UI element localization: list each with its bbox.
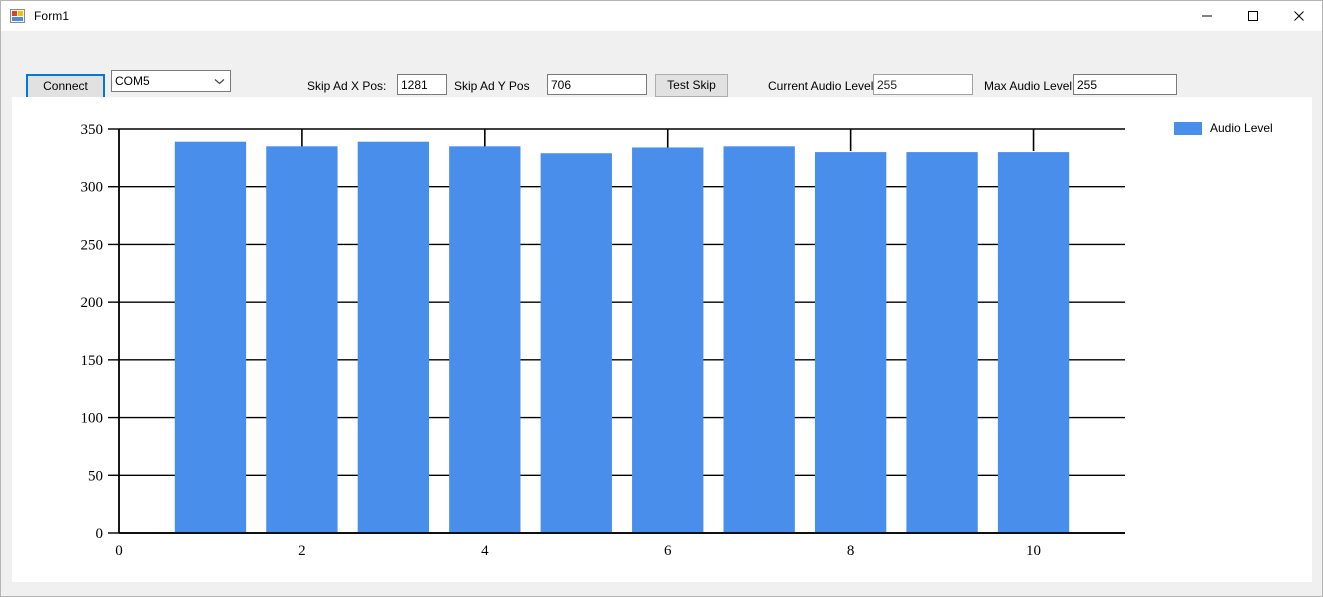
x-tick-label: 0 [115, 543, 123, 559]
audio-level-bar-chart: 0 50 100 150 200 250 300 350 0 2 4 6 8 10 [81, 122, 1125, 559]
title-bar: Form1 [1, 1, 1322, 31]
y-tick-label: 50 [88, 468, 103, 484]
chevron-down-icon [214, 72, 225, 90]
skip-ad-y-input[interactable]: 706 [547, 74, 647, 95]
bar-6 [632, 147, 704, 533]
y-tick-label: 300 [81, 180, 104, 196]
test-skip-ad-button[interactable]: Test Skip [655, 74, 728, 97]
y-tick-label: 250 [81, 237, 104, 253]
application-window: Form1 Connect COM5 Skip Ad X Pos: 1281 S… [0, 0, 1323, 597]
x-tick-label: 8 [847, 543, 855, 559]
minimize-icon [1201, 10, 1213, 22]
current-audio-level-label: Current Audio Level: [768, 79, 877, 93]
y-tick-label: 0 [96, 526, 104, 542]
x-tick-label: 4 [481, 543, 489, 559]
bar-5 [540, 153, 612, 534]
x-tick-label: 2 [298, 543, 306, 559]
legend-label-audio-level: Audio Level [1210, 121, 1273, 135]
skip-ad-y-label: Skip Ad Y Pos [454, 79, 530, 93]
chart-legend: Audio Level [1174, 121, 1273, 135]
connect-button[interactable]: Connect [26, 74, 105, 99]
serial-port-value: COM5 [115, 74, 150, 88]
title-bar-left: Form1 [1, 8, 69, 24]
y-tick-label: 350 [81, 122, 104, 138]
maximize-button[interactable] [1230, 1, 1276, 31]
x-tick-label: 10 [1026, 543, 1041, 559]
bar-8 [814, 152, 887, 534]
x-tick-label: 6 [664, 543, 672, 559]
serial-port-select[interactable]: COM5 [111, 70, 231, 92]
maximize-icon [1247, 10, 1259, 22]
control-strip: Connect COM5 Skip Ad X Pos: 1281 Skip Ad… [1, 31, 1322, 125]
max-audio-level-input[interactable]: 255 [1073, 74, 1177, 95]
window-title: Form1 [34, 9, 70, 23]
window-controls [1184, 1, 1322, 31]
minimize-button[interactable] [1184, 1, 1230, 31]
bar-4 [449, 146, 521, 534]
y-tick-label: 200 [81, 295, 104, 311]
bar-2 [266, 146, 338, 534]
chart-area: 0 50 100 150 200 250 300 350 0 2 4 6 8 10 Audio Level [12, 97, 1312, 582]
close-icon [1293, 10, 1305, 22]
winforms-app-icon [10, 8, 26, 24]
current-audio-level-value: 255 [873, 74, 973, 95]
audio-level-chart-panel: 0 50 100 150 200 250 300 350 0 2 4 6 8 10 Audio Level [12, 97, 1312, 582]
skip-ad-x-input[interactable]: 1281 [397, 74, 447, 95]
bar-1 [174, 141, 247, 533]
bar-9 [906, 152, 978, 534]
bar-3 [357, 141, 430, 533]
max-audio-level-label: Max Audio Level: [984, 79, 1076, 93]
legend-swatch-audio-level [1174, 121, 1202, 135]
bar-7 [723, 146, 795, 534]
y-tick-label: 100 [81, 411, 104, 427]
close-button[interactable] [1276, 1, 1322, 31]
bar-10 [997, 152, 1070, 534]
skip-ad-x-label: Skip Ad X Pos: [307, 79, 387, 93]
y-tick-label: 150 [81, 353, 104, 369]
